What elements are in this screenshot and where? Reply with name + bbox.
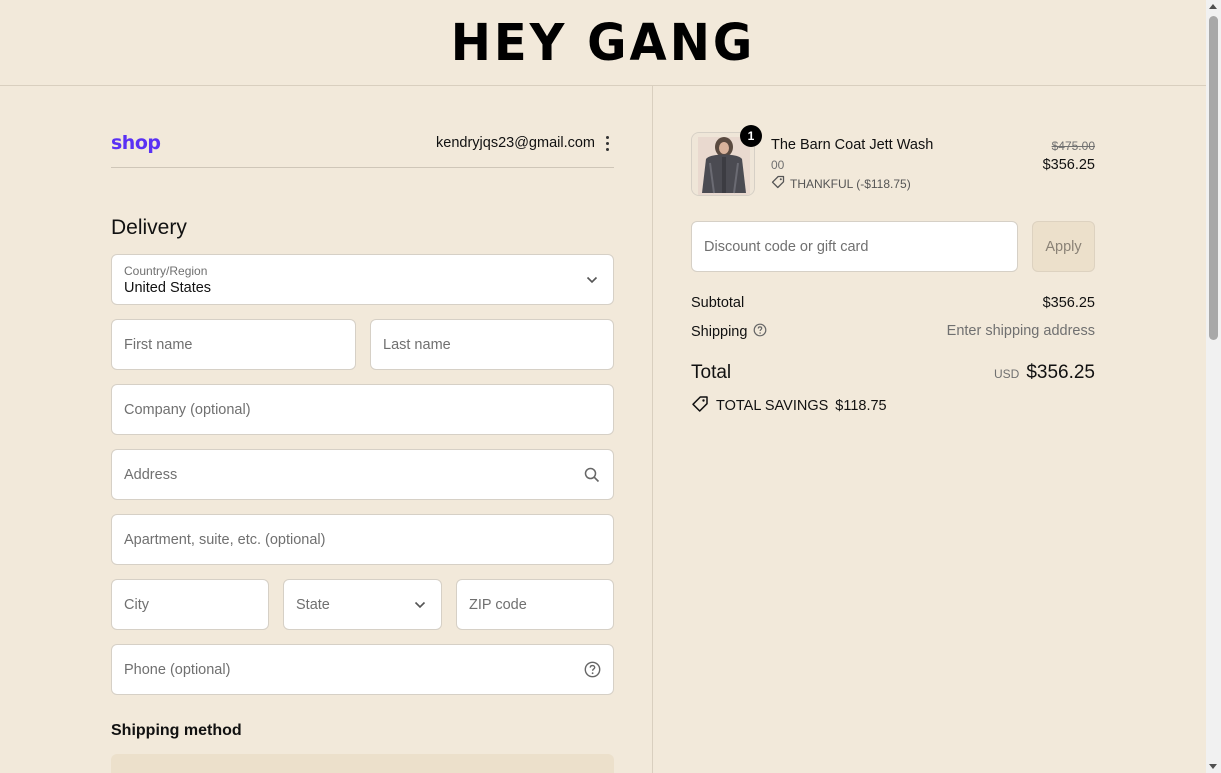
shipping-label: Shipping — [691, 324, 748, 340]
address-field[interactable]: Address — [111, 449, 614, 500]
discount-code-placeholder: Discount code or gift card — [704, 238, 869, 255]
phone-field[interactable]: Phone (optional) — [111, 644, 614, 695]
scroll-up-arrow-icon[interactable] — [1209, 4, 1217, 9]
country-label: Country/Region — [124, 264, 208, 278]
store-logo[interactable]: HEY GANG — [451, 13, 756, 72]
account-email: kendryjqs23@gmail.com — [436, 135, 595, 151]
store-header: HEY GANG — [0, 0, 1206, 86]
apply-button[interactable]: Apply — [1032, 221, 1095, 272]
product-discount-text: THANKFUL (-$118.75) — [790, 176, 911, 191]
shop-account-row: shop kendryjqs23@gmail.com — [111, 130, 614, 168]
kebab-menu-icon[interactable] — [600, 133, 614, 153]
city-placeholder: City — [124, 596, 149, 613]
discount-code-input[interactable]: Discount code or gift card — [691, 221, 1018, 272]
first-name-placeholder: First name — [124, 336, 193, 353]
zip-field[interactable]: ZIP code — [456, 579, 614, 630]
original-price: $475.00 — [1051, 139, 1095, 153]
state-placeholder: State — [296, 596, 330, 613]
product-variant: 00 — [771, 158, 785, 172]
apartment-placeholder: Apartment, suite, etc. (optional) — [124, 531, 326, 548]
scroll-down-arrow-icon[interactable] — [1209, 764, 1217, 769]
address-placeholder: Address — [124, 466, 178, 483]
tag-icon — [691, 395, 709, 417]
shipping-method-heading: Shipping method — [111, 722, 242, 739]
search-icon — [583, 466, 601, 484]
chevron-down-icon — [411, 596, 429, 614]
page-scrollbar[interactable] — [1206, 0, 1221, 773]
chevron-down-icon — [583, 271, 601, 289]
country-select[interactable]: Country/Region United States — [111, 254, 614, 305]
last-name-placeholder: Last name — [383, 336, 451, 353]
state-select[interactable]: State — [283, 579, 442, 630]
shipping-value: Enter shipping address — [946, 323, 1095, 339]
shipping-method-box — [111, 754, 614, 773]
company-field[interactable]: Company (optional) — [111, 384, 614, 435]
total-amount: USD $356.25 — [994, 362, 1095, 384]
tag-icon — [771, 175, 785, 192]
quantity-badge: 1 — [740, 125, 762, 147]
help-icon[interactable] — [753, 323, 767, 341]
total-savings: TOTAL SAVINGS $118.75 — [691, 395, 887, 417]
apartment-field[interactable]: Apartment, suite, etc. (optional) — [111, 514, 614, 565]
country-value: United States — [124, 280, 212, 296]
last-name-field[interactable]: Last name — [370, 319, 614, 370]
phone-placeholder: Phone (optional) — [124, 661, 231, 678]
sale-price: $356.25 — [1042, 157, 1095, 173]
shop-pay-logo: shop — [111, 132, 161, 154]
product-discount: THANKFUL (-$118.75) — [771, 175, 911, 192]
product-name: The Barn Coat Jett Wash — [771, 137, 934, 153]
subtotal-label: Subtotal — [691, 295, 745, 311]
company-placeholder: Company (optional) — [124, 401, 251, 418]
help-icon[interactable] — [583, 661, 601, 679]
savings-label: TOTAL SAVINGS — [716, 398, 829, 414]
total-label: Total — [691, 362, 732, 383]
zip-placeholder: ZIP code — [469, 596, 527, 613]
first-name-field[interactable]: First name — [111, 319, 356, 370]
currency-code: USD — [993, 367, 1020, 381]
shipping-label-wrap: Shipping — [691, 323, 767, 341]
city-field[interactable]: City — [111, 579, 269, 630]
savings-value: $118.75 — [835, 398, 887, 414]
delivery-heading: Delivery — [111, 216, 187, 239]
total-value: $356.25 — [1026, 362, 1095, 383]
scrollbar-thumb[interactable] — [1209, 16, 1218, 340]
subtotal-value: $356.25 — [1042, 295, 1095, 311]
column-divider — [652, 86, 653, 773]
